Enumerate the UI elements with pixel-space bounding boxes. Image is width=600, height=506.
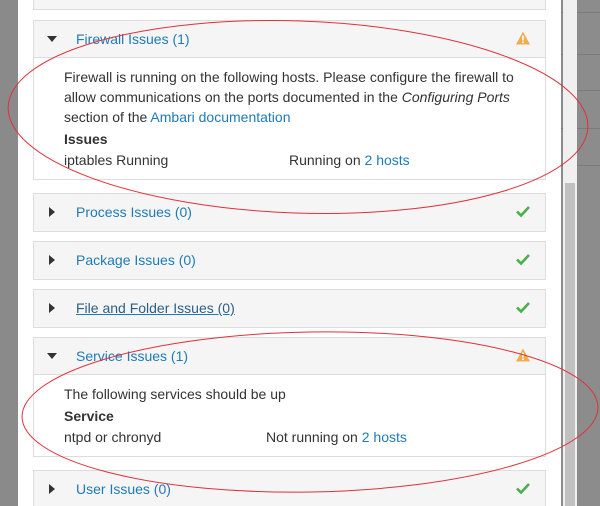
user-issues-panel: User Issues (0): [33, 470, 546, 506]
firewall-issues-title[interactable]: Firewall Issues (1): [76, 31, 190, 47]
firewall-issues-body: Firewall is running on the following hos…: [34, 58, 545, 179]
process-issues-panel: Process Issues (0): [33, 193, 546, 232]
user-issues-header[interactable]: User Issues (0): [34, 471, 545, 506]
service-header: Service: [64, 408, 114, 424]
check-icon: [516, 483, 530, 495]
service-issues-header[interactable]: Service Issues (1): [34, 338, 545, 375]
issue-name: iptables Running: [64, 152, 169, 168]
warning-triangle-icon: [516, 348, 530, 362]
firewall-issues-panel: Firewall Issues (1) Firewall is running …: [33, 20, 546, 180]
host-checks-modal: Firewall Issues (1) Firewall is running …: [18, 0, 561, 506]
scrollbar-thumb[interactable]: [565, 183, 575, 506]
service-issues-panel: Service Issues (1) The following service…: [33, 337, 546, 457]
check-icon: [516, 206, 530, 218]
service-message: The following services should be up: [64, 386, 286, 402]
ambari-documentation-link[interactable]: Ambari documentation: [150, 109, 290, 125]
issue-hosts-prefix: Running on: [289, 152, 365, 168]
service-hosts-prefix: Not running on: [266, 429, 362, 445]
service-issues-title[interactable]: Service Issues (1): [76, 348, 188, 364]
package-issues-panel: Package Issues (0): [33, 241, 546, 280]
table-row: iptables Running Running on 2 hosts: [64, 149, 545, 171]
caret-down-icon: [47, 36, 57, 42]
firewall-message-text-2: section of the: [64, 109, 151, 125]
service-issues-body: The following services should be up Serv…: [34, 375, 545, 456]
configuring-ports-text: Configuring Ports: [401, 89, 510, 105]
file-folder-issues-title[interactable]: File and Folder Issues (0): [76, 300, 235, 316]
firewall-hosts-link[interactable]: 2 hosts: [365, 152, 410, 168]
service-hosts-link[interactable]: 2 hosts: [362, 429, 407, 445]
table-row: ntpd or chronyd Not running on 2 hosts: [64, 426, 545, 448]
user-issues-title[interactable]: User Issues (0): [76, 481, 171, 497]
caret-down-icon: [47, 353, 57, 359]
check-icon: [516, 254, 530, 266]
modal-scrollbar[interactable]: [563, 0, 577, 506]
service-name: ntpd or chronyd: [64, 429, 162, 445]
previous-panel: [33, 0, 546, 10]
caret-right-icon: [49, 255, 55, 265]
issues-header: Issues: [64, 131, 108, 147]
modal-backdrop-left: [0, 0, 18, 506]
process-issues-title[interactable]: Process Issues (0): [76, 204, 192, 220]
caret-right-icon: [49, 303, 55, 313]
caret-right-icon: [49, 207, 55, 217]
package-issues-title[interactable]: Package Issues (0): [76, 252, 196, 268]
issue-hosts: Running on 2 hosts: [289, 150, 410, 170]
file-folder-issues-header[interactable]: File and Folder Issues (0): [34, 290, 545, 327]
caret-right-icon: [49, 484, 55, 494]
warning-triangle-icon: [516, 31, 530, 45]
file-folder-issues-panel: File and Folder Issues (0): [33, 289, 546, 328]
service-hosts: Not running on 2 hosts: [266, 427, 407, 447]
firewall-message: Firewall is running on the following hos…: [64, 67, 524, 127]
check-icon: [516, 302, 530, 314]
process-issues-header[interactable]: Process Issues (0): [34, 194, 545, 231]
package-issues-header[interactable]: Package Issues (0): [34, 242, 545, 279]
firewall-issues-header[interactable]: Firewall Issues (1): [34, 21, 545, 58]
